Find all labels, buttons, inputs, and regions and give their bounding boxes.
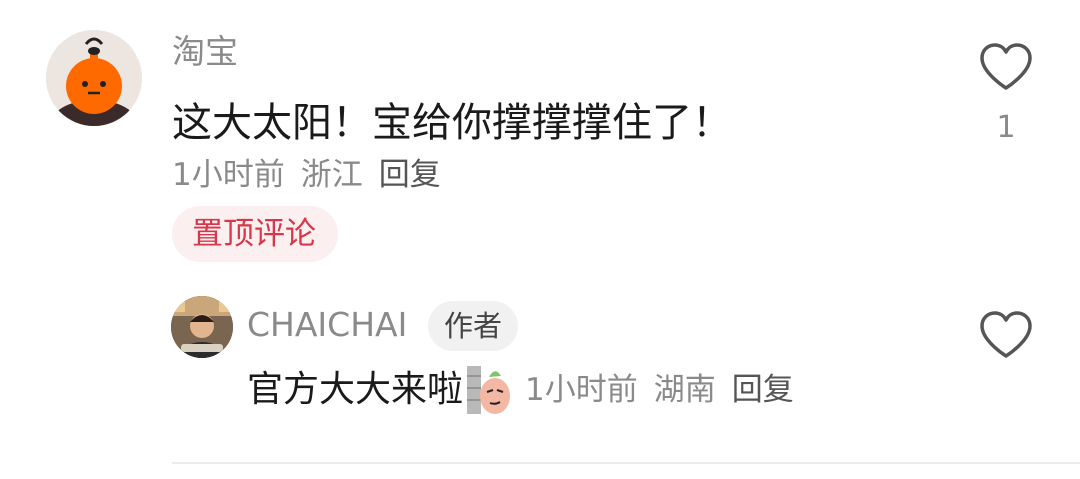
heart-outline-icon [980, 43, 1032, 90]
main-comment-like-button[interactable] [978, 42, 1034, 92]
peeking-sticker-icon [467, 366, 511, 414]
pinned-comment-badge: 置顶评论 [172, 206, 338, 262]
reply-comment-avatar[interactable] [171, 296, 233, 358]
author-badge: 作者 [428, 301, 519, 351]
reply-comment-reply-button[interactable]: 回复 [732, 372, 794, 408]
reply-comment-username[interactable]: CHAICHAI [247, 304, 407, 346]
reply-comment-like-button[interactable] [978, 310, 1034, 360]
reply-comment-meta: 1小时前 湖南 回复 [525, 370, 810, 410]
main-comment-username[interactable]: 淘宝 [172, 32, 238, 72]
person-photo-avatar-icon [171, 296, 233, 358]
main-comment-location: 浙江 [300, 157, 363, 193]
main-comment-avatar[interactable] [46, 30, 142, 126]
reply-comment-row: 官方大大来啦 1小时前 湖南 回复 [247, 362, 810, 418]
main-comment-reply-button[interactable]: 回复 [379, 157, 441, 193]
comment-divider [172, 462, 1080, 464]
heart-outline-icon [980, 311, 1032, 358]
main-comment-time: 1小时前 [172, 157, 285, 193]
reply-comment-time: 1小时前 [525, 372, 638, 408]
main-comment-like-count: 1 [996, 110, 1016, 145]
main-comment-meta: 1小时前 浙江 回复 [172, 155, 457, 195]
main-comment-text: 这大太阳！宝给你撑撑撑住了！ [172, 100, 732, 146]
reply-comment-location: 湖南 [653, 372, 716, 408]
orange-mascot-avatar-icon [46, 30, 142, 126]
reply-comment-text: 官方大大来啦 [247, 369, 464, 410]
